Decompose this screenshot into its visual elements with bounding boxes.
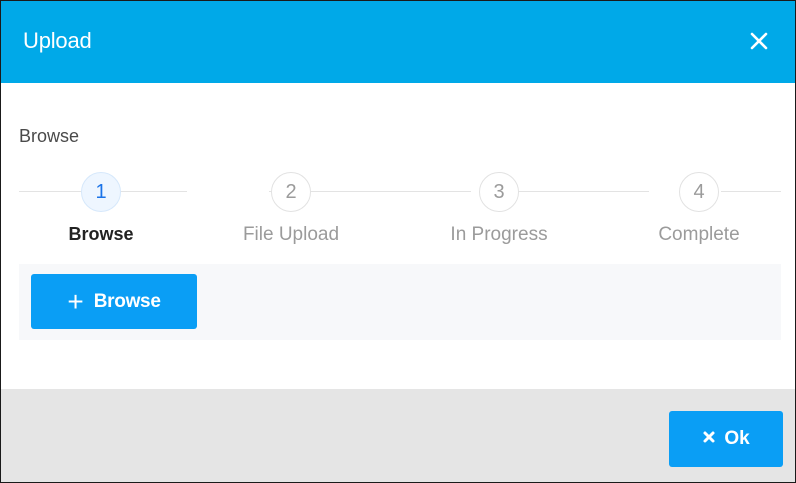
browse-button[interactable]: + Browse: [31, 274, 197, 329]
x-icon: [702, 430, 716, 449]
step-label: Complete: [658, 224, 740, 245]
close-icon: [750, 32, 768, 50]
step-in-progress: 3 In Progress: [424, 172, 574, 246]
browse-panel: + Browse: [19, 264, 781, 340]
ok-button-label: Ok: [724, 428, 750, 449]
step-label: File Upload: [242, 224, 340, 245]
upload-stepper: 1 Browse 2 File Upload 3 In Progress 4 C…: [19, 172, 781, 264]
step-complete: 4 Complete: [624, 172, 774, 246]
dialog-title: Upload: [23, 28, 92, 53]
close-button[interactable]: [745, 27, 773, 55]
step-label: In Progress: [450, 224, 548, 245]
step-label: Browse: [68, 224, 134, 244]
dialog-header: Upload: [1, 1, 795, 83]
plus-icon: +: [67, 285, 84, 317]
step-number: 3: [479, 172, 519, 212]
upload-dialog: Upload Browse 1 Browse 2 File Upload 3 I…: [0, 0, 796, 483]
dialog-footer: Ok: [1, 389, 795, 482]
browse-button-label: Browse: [93, 290, 161, 312]
ok-button[interactable]: Ok: [669, 411, 783, 467]
section-label: Browse: [19, 126, 80, 146]
step-file-upload: 2 File Upload: [216, 172, 366, 246]
step-number: 4: [679, 172, 719, 212]
step-number: 1: [81, 172, 121, 212]
step-number: 2: [271, 172, 311, 212]
step-browse: 1 Browse: [26, 172, 176, 245]
